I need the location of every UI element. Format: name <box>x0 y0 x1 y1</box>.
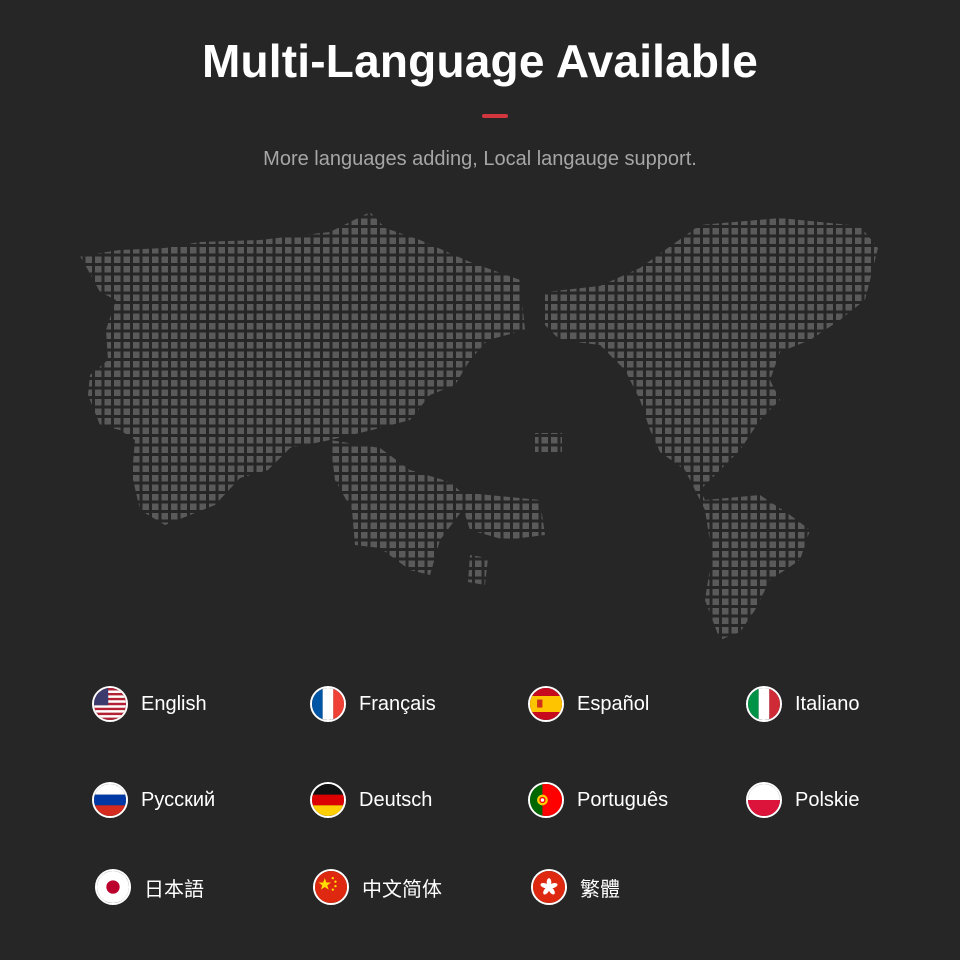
language-item-francais[interactable]: Français <box>310 684 436 724</box>
language-label: Português <box>577 788 669 811</box>
poland-flag-icon <box>746 782 782 818</box>
language-label: Deutsch <box>359 788 433 811</box>
language-item-italiano[interactable]: Italiano <box>746 684 860 724</box>
china-flag-icon <box>313 869 349 905</box>
language-item-english[interactable]: English <box>92 684 207 724</box>
language-label: Français <box>359 692 436 715</box>
portugal-flag-icon <box>528 782 564 818</box>
language-item-deutsch[interactable]: Deutsch <box>310 780 432 820</box>
language-label: Italiano <box>795 692 860 715</box>
dotted-world-map-icon <box>80 212 878 640</box>
germany-flag-icon <box>310 782 346 818</box>
japan-flag-icon <box>95 869 131 905</box>
us-flag-icon <box>92 686 128 722</box>
language-label: Español <box>577 692 650 715</box>
page-title: Multi-Language Available <box>201 35 758 87</box>
language-label: English <box>141 692 207 715</box>
italy-flag-icon <box>746 686 782 722</box>
language-label: 日本語 <box>144 878 204 901</box>
page-subtitle: More languages adding, Local langauge su… <box>263 148 697 170</box>
title-accent-divider <box>482 114 508 118</box>
language-label: 繁體 <box>580 878 620 901</box>
language-item-espanol[interactable]: Español <box>528 684 649 724</box>
language-label: 中文简体 <box>362 878 442 901</box>
language-item-polskie[interactable]: Polskie <box>746 780 859 820</box>
spain-flag-icon <box>528 686 564 722</box>
russia-flag-icon <box>92 782 128 818</box>
language-label: Polskie <box>795 788 860 811</box>
language-item-japanese[interactable]: 日本語 <box>95 867 204 907</box>
language-item-chinese-simplified[interactable]: 中文简体 <box>313 867 442 907</box>
france-flag-icon <box>310 686 346 722</box>
language-item-portugues[interactable]: Português <box>528 780 668 820</box>
language-item-russian[interactable]: Русский <box>92 780 215 820</box>
language-item-chinese-traditional[interactable]: 繁體 <box>531 867 620 907</box>
hong-kong-flag-icon <box>531 869 567 905</box>
language-label: Русский <box>141 788 216 811</box>
